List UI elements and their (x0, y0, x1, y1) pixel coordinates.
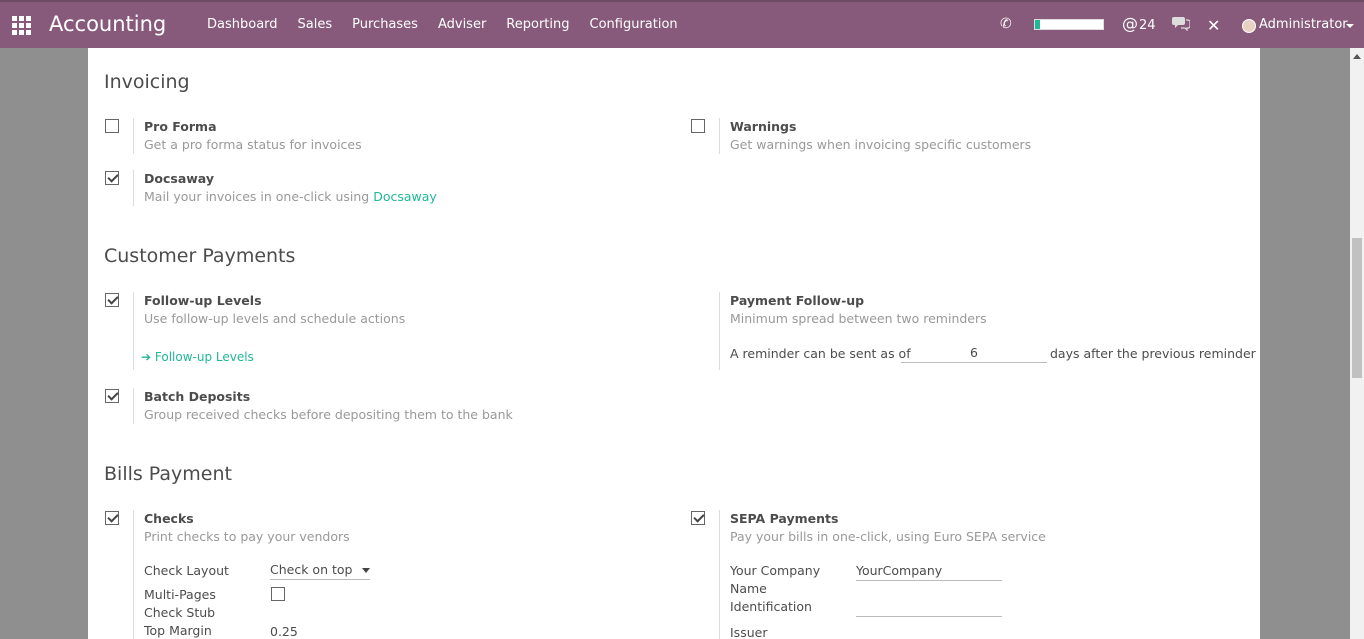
followup-levels-label: Follow-up Levels (144, 293, 262, 308)
mention-count[interactable]: 24 (1139, 18, 1156, 33)
top-margin-label: Top Margin (144, 623, 212, 638)
identification-label: Identification (730, 599, 812, 614)
warnings-desc: Get warnings when invoicing specific cus… (730, 137, 1032, 152)
followup-levels-link[interactable]: ➔ Follow-up Levels (141, 350, 254, 364)
chat-icon[interactable] (1172, 15, 1190, 31)
sepa-desc: Pay your bills in one-click, using Euro … (730, 529, 1046, 544)
pro-forma-label: Pro Forma (144, 119, 217, 134)
followup-levels-desc: Use follow-up levels and schedule action… (144, 311, 406, 326)
check-layout-label: Check Layout (144, 563, 229, 578)
checks-desc: Print checks to pay your vendors (144, 529, 350, 544)
scrollbar[interactable] (1350, 48, 1364, 639)
docsaway-desc: Mail your invoices in one-click using Do… (144, 189, 437, 204)
divider (719, 292, 720, 370)
menu-reporting[interactable]: Reporting (496, 17, 579, 32)
warnings-label: Warnings (730, 119, 797, 134)
reminder-prefix: A reminder can be sent as of (730, 346, 911, 361)
phone-icon[interactable]: ✆ (1000, 16, 1012, 32)
batch-deposits-label: Batch Deposits (144, 389, 251, 404)
arrow-right-icon: ➔ (141, 350, 155, 364)
scroll-up-arrow-icon[interactable] (1353, 54, 1361, 59)
avatar[interactable] (1242, 19, 1256, 33)
followup-levels-link-text: Follow-up Levels (154, 350, 254, 364)
checks-label: Checks (144, 511, 194, 526)
section-title-customer-payments: Customer Payments (104, 245, 296, 267)
progress-bar (1034, 19, 1104, 30)
checks-checkbox[interactable] (105, 511, 119, 525)
sepa-label: SEPA Payments (730, 511, 839, 526)
progress-fill (1035, 20, 1041, 29)
divider (133, 170, 134, 206)
apps-grid-icon[interactable] (12, 16, 32, 36)
menu-sales[interactable]: Sales (288, 17, 343, 32)
menu-adviser[interactable]: Adviser (428, 17, 496, 32)
pro-forma-desc: Get a pro forma status for invoices (144, 137, 362, 152)
divider (719, 118, 720, 154)
divider (133, 292, 134, 370)
payment-followup-desc: Minimum spread between two reminders (730, 311, 987, 326)
section-title-invoicing: Invoicing (104, 71, 190, 93)
batch-deposits-checkbox[interactable] (105, 389, 119, 403)
docsaway-label: Docsaway (144, 171, 214, 186)
multi-pages-checkbox[interactable] (271, 587, 285, 601)
main-menu: Dashboard Sales Purchases Adviser Report… (197, 17, 688, 32)
company-name-label-1: Your Company (730, 563, 821, 578)
batch-deposits-desc: Group received checks before depositing … (144, 407, 513, 422)
menu-configuration[interactable]: Configuration (580, 17, 688, 32)
issuer-label: Issuer (730, 625, 768, 639)
chevron-down-icon (362, 568, 370, 573)
user-menu[interactable]: Administrator (1259, 17, 1348, 32)
menu-dashboard[interactable]: Dashboard (197, 17, 288, 32)
sepa-checkbox[interactable] (691, 511, 705, 525)
company-name-input[interactable]: YourCompany (856, 563, 1002, 581)
pro-forma-checkbox[interactable] (105, 119, 119, 133)
chevron-down-icon[interactable] (1346, 24, 1354, 28)
payment-followup-label: Payment Follow-up (730, 293, 865, 308)
docsaway-checkbox[interactable] (105, 171, 119, 185)
section-title-bills-payment: Bills Payment (104, 463, 232, 485)
docsaway-desc-text: Mail your invoices in one-click using (144, 189, 374, 204)
warnings-checkbox[interactable] (691, 119, 705, 133)
reminder-days-input[interactable]: 6 (901, 345, 1047, 363)
check-layout-value: Check on top (270, 562, 353, 577)
top-margin-input[interactable]: 0.25 (270, 624, 298, 639)
followup-levels-checkbox[interactable] (105, 293, 119, 307)
app-title: Accounting (49, 12, 167, 36)
top-navbar: Accounting Dashboard Sales Purchases Adv… (0, 0, 1364, 48)
settings-sheet: Invoicing Pro Forma Get a pro forma stat… (88, 48, 1260, 639)
divider (133, 388, 134, 424)
scrollbar-thumb[interactable] (1352, 238, 1362, 378)
divider (133, 118, 134, 154)
docsaway-link[interactable]: Docsaway (373, 189, 437, 204)
divider (133, 510, 134, 639)
check-stub-label: Check Stub (144, 605, 216, 620)
identification-input[interactable] (856, 599, 1002, 617)
reminder-suffix: days after the previous reminder (1050, 346, 1256, 361)
menu-purchases[interactable]: Purchases (342, 17, 428, 32)
company-name-label-2: Name (730, 581, 767, 596)
multi-pages-label: Multi-Pages (144, 587, 216, 602)
check-layout-select[interactable]: Check on top (270, 562, 370, 580)
close-icon[interactable]: ✕ (1207, 16, 1220, 35)
divider (719, 510, 720, 639)
mention-icon[interactable]: @ (1122, 14, 1138, 33)
